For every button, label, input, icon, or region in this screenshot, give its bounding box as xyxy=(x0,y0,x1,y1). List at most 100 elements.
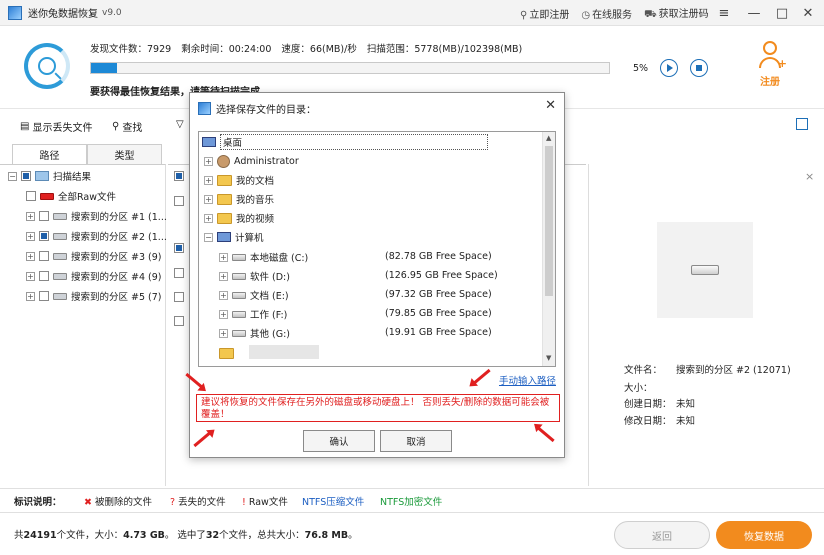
show-lost-files-button[interactable]: ▤ 显示丢失文件 xyxy=(20,119,92,134)
checkbox[interactable] xyxy=(39,231,49,241)
export-icon[interactable] xyxy=(796,118,808,130)
scroll-down-icon[interactable]: ▼ xyxy=(546,354,551,362)
tree-item-partition-5[interactable]: + 搜索到的分区 #5 (7) xyxy=(26,288,162,304)
tab-type[interactable]: 类型 xyxy=(87,144,162,164)
tree-item-computer[interactable]: − 计算机 xyxy=(204,229,264,245)
tree-root[interactable]: − 扫描结果 xyxy=(8,168,91,184)
expand-icon[interactable]: + xyxy=(26,231,35,241)
tree-item-desktop[interactable]: 桌面 xyxy=(202,134,488,150)
confirm-button[interactable]: 确认 xyxy=(303,430,375,452)
search-icon: ⚲ xyxy=(112,121,120,132)
drive-icon xyxy=(232,329,246,337)
checkbox[interactable] xyxy=(39,291,49,301)
back-button[interactable]: 返回 xyxy=(614,521,710,549)
search-button[interactable]: ⚲ 查找 xyxy=(112,119,142,134)
scan-stats: 发现文件数：7929 剩余时间：00:24:00 速度：66(MB)/秒 扫描范… xyxy=(90,44,523,55)
tree-item-videos[interactable]: + 我的视频 xyxy=(204,210,274,226)
status-bar: 共24191个文件，大小：4.73 GB。 选中了32个文件，总共大小：76.8… xyxy=(0,512,824,555)
resume-button[interactable] xyxy=(660,59,678,77)
scroll-up-icon[interactable]: ▲ xyxy=(546,134,551,142)
checkbox[interactable] xyxy=(174,171,184,181)
checkbox[interactable] xyxy=(39,271,49,281)
online-service-link[interactable]: ◷ 在线服务 xyxy=(581,6,632,21)
maximize-button[interactable]: □ xyxy=(770,0,794,26)
legend-ntfs-compressed: NTFS压缩文件 xyxy=(302,497,365,508)
filter-icon[interactable]: ▽ xyxy=(176,119,184,130)
folder-icon xyxy=(217,174,232,186)
manual-path-link[interactable]: 手动输入路径 xyxy=(499,373,556,387)
scan-progress-bar xyxy=(90,62,610,74)
get-code-link[interactable]: ⛟ 获取注册码 xyxy=(644,5,709,22)
drive-c-free: (82.78 GB Free Space) xyxy=(385,251,492,262)
tree-item-music[interactable]: + 我的音乐 xyxy=(204,191,274,207)
expand-icon[interactable]: + xyxy=(26,251,35,261)
checkbox[interactable] xyxy=(26,191,36,201)
progress-percent: 5% xyxy=(633,63,649,74)
collapse-icon[interactable]: − xyxy=(8,171,17,181)
tree-item-partition-4[interactable]: + 搜索到的分区 #4 (9) xyxy=(26,268,162,284)
minimize-button[interactable]: — xyxy=(742,0,766,26)
scroll-thumb[interactable] xyxy=(545,146,553,296)
tree-item-drive-g[interactable]: + 其他 (G:) xyxy=(219,325,290,341)
save-warning: 建议将恢复的文件保存在另外的磁盘或移动硬盘上！ 否则丢失/删除的数据可能会被覆盖… xyxy=(196,394,560,422)
clock-icon: ◷ xyxy=(581,9,591,21)
title-bar: 迷你兔数据恢复 v9.0 ⚲ 立即注册 ◷ 在线服务 ⛟ 获取注册码 ≡ — □ ✕ xyxy=(0,0,824,26)
checkbox[interactable] xyxy=(21,171,31,181)
drive-icon xyxy=(691,265,719,275)
expand-icon[interactable]: + xyxy=(204,194,213,204)
tree-item-partition-1[interactable]: + 搜索到的分区 #1 (1... xyxy=(26,208,167,224)
dialog-close-button[interactable]: ✕ xyxy=(545,98,556,113)
tree-scrollbar[interactable]: ▲ ▼ xyxy=(542,132,555,366)
scan-range: 5778(MB)/102398(MB) xyxy=(414,44,523,55)
expand-icon[interactable]: + xyxy=(219,271,228,281)
stop-button[interactable] xyxy=(690,59,708,77)
drive-icon xyxy=(232,253,246,261)
tree-item-drive-c[interactable]: + 本地磁盘 (C:) xyxy=(219,249,308,265)
cancel-button[interactable]: 取消 xyxy=(380,430,452,452)
checkbox[interactable] xyxy=(174,196,184,206)
tree-item-drive-d[interactable]: + 软件 (D:) xyxy=(219,268,290,284)
info-file-name: 文件名： 搜索到的分区 #2 (12071) xyxy=(624,365,791,376)
recover-button[interactable]: 恢复数据 xyxy=(716,521,812,549)
scan-progress-ring xyxy=(24,43,70,89)
drive-f-free: (79.85 GB Free Space) xyxy=(385,308,492,319)
expand-icon[interactable]: + xyxy=(26,271,35,281)
search-icon: ⚲ xyxy=(520,9,528,21)
expand-icon[interactable]: + xyxy=(219,328,228,338)
legend-ntfs-encrypted: NTFS加密文件 xyxy=(380,497,443,508)
tree-item-drive-e[interactable]: + 文档 (E:) xyxy=(219,287,289,303)
tree-item-drive-f[interactable]: + 工作 (F:) xyxy=(219,306,287,322)
checkbox[interactable] xyxy=(174,316,184,326)
drive-icon xyxy=(53,292,67,300)
expand-icon[interactable]: + xyxy=(219,252,228,262)
file-preview xyxy=(657,222,753,318)
exclamation-icon: ! xyxy=(242,497,246,508)
collapse-icon[interactable]: − xyxy=(204,232,213,242)
tab-path[interactable]: 路径 xyxy=(12,144,87,164)
result-tree: − 扫描结果 全部Raw文件 + 搜索到的分区 #1 (1... + 搜索到的分区 #… xyxy=(0,164,167,486)
menu-icon[interactable]: ≡ xyxy=(712,0,736,26)
checkbox[interactable] xyxy=(39,211,49,221)
expand-icon[interactable]: + xyxy=(204,156,213,166)
close-icon[interactable]: × xyxy=(805,170,814,183)
tree-item-partition-2[interactable]: + 搜索到的分区 #2 (1... xyxy=(26,228,167,244)
register-button[interactable]: + 注册 xyxy=(744,39,796,99)
tree-item-documents[interactable]: + 我的文档 xyxy=(204,172,274,188)
legend: 标识说明： ✖ 被删除的文件 ? 丢失的文件 ! Raw文件 NTFS压缩文件 … xyxy=(0,488,824,510)
checkbox[interactable] xyxy=(174,243,184,253)
register-now-link[interactable]: ⚲ 立即注册 xyxy=(520,6,569,21)
expand-icon[interactable]: + xyxy=(26,211,35,221)
expand-icon[interactable]: + xyxy=(204,175,213,185)
tree-item-administrator[interactable]: + Administrator xyxy=(204,153,299,169)
expand-icon[interactable]: + xyxy=(26,291,35,301)
expand-icon[interactable]: + xyxy=(219,290,228,300)
expand-icon[interactable]: + xyxy=(219,309,228,319)
close-button[interactable]: ✕ xyxy=(796,0,820,26)
tree-item-blurred[interactable] xyxy=(219,345,234,361)
tree-item-raw[interactable]: 全部Raw文件 xyxy=(26,188,116,204)
checkbox[interactable] xyxy=(39,251,49,261)
expand-icon[interactable]: + xyxy=(204,213,213,223)
tree-item-partition-3[interactable]: + 搜索到的分区 #3 (9) xyxy=(26,248,162,264)
checkbox[interactable] xyxy=(174,292,184,302)
checkbox[interactable] xyxy=(174,268,184,278)
